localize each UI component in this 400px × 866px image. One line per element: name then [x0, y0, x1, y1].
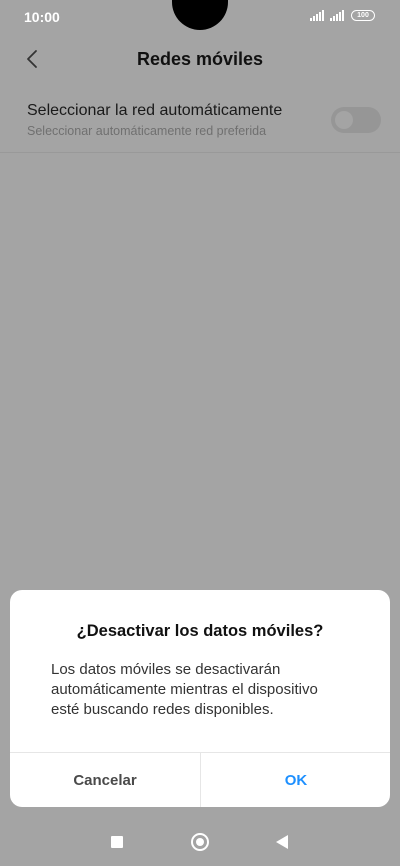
toggle-knob — [335, 111, 353, 129]
ok-button[interactable]: OK — [201, 753, 390, 807]
signal-icon — [330, 10, 346, 21]
battery-icon: 100 — [351, 10, 375, 21]
cancel-button[interactable]: Cancelar — [10, 753, 200, 807]
screen: 10:00 100 Redes móviles Seleccionar la r… — [0, 0, 400, 866]
back-triangle-icon[interactable] — [276, 835, 288, 849]
signal-icon — [310, 10, 326, 21]
auto-network-setting-row[interactable]: Seleccionar la red automáticamente Selec… — [0, 90, 400, 152]
recents-square-icon[interactable] — [111, 836, 123, 848]
navigation-bar — [0, 816, 400, 866]
dialog-message-line: automáticamente mientras el dispositivo — [51, 681, 318, 698]
dialog-message: Los datos móviles se desactivarán automá… — [51, 660, 371, 720]
battery-level: 100 — [357, 12, 369, 19]
camera-notch — [172, 0, 228, 30]
status-time: 10:00 — [24, 9, 60, 25]
dialog-message-line: Los datos móviles se desactivarán — [51, 661, 281, 678]
divider — [0, 152, 400, 153]
setting-title: Seleccionar la red automáticamente — [27, 102, 283, 119]
dialog-message-line: esté buscando redes disponibles. — [51, 701, 274, 718]
home-circle-icon[interactable] — [191, 833, 209, 851]
status-bar: 10:00 100 — [0, 0, 400, 34]
dialog-title: ¿Desactivar los datos móviles? — [76, 622, 324, 640]
auto-network-toggle[interactable] — [331, 107, 381, 133]
setting-subtitle: Seleccionar automáticamente red preferid… — [27, 124, 267, 138]
page-title: Redes móviles — [136, 49, 264, 69]
app-header: Redes móviles — [0, 34, 400, 86]
disable-mobile-data-dialog: ¿Desactivar los datos móviles? Los datos… — [10, 590, 390, 807]
